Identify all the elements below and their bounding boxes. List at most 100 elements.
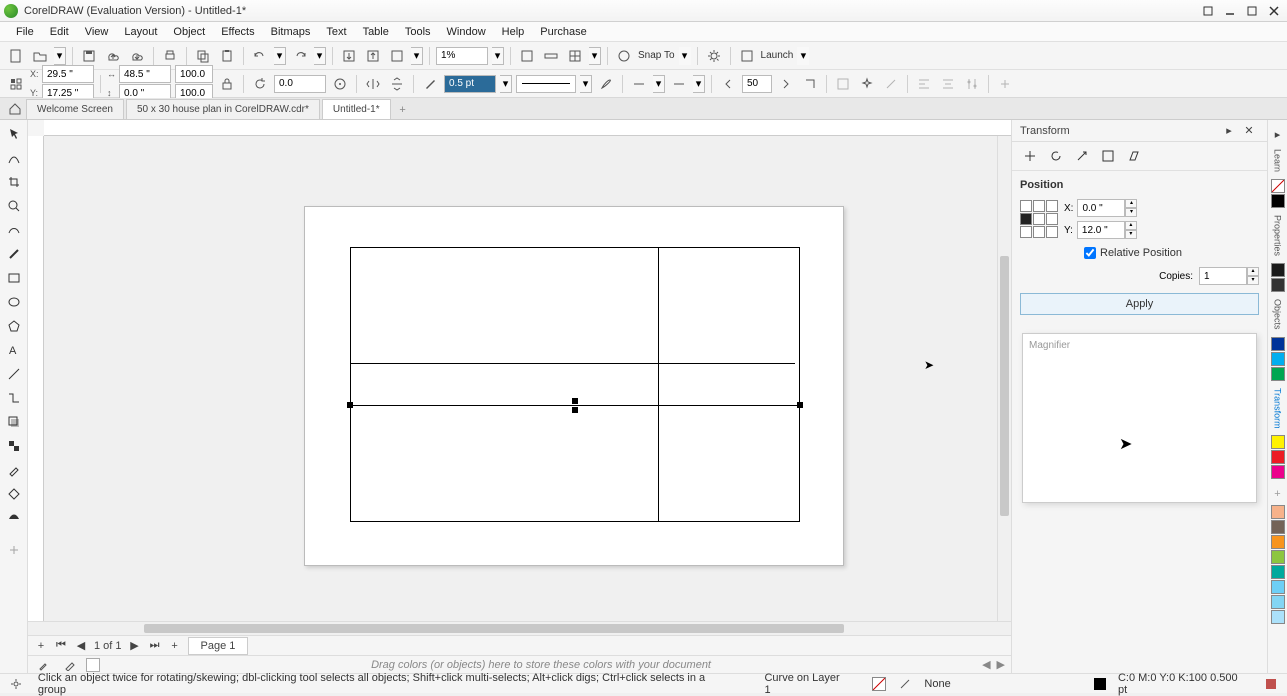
swatch-lime[interactable] [1271,550,1285,564]
position-mode-icon[interactable] [1020,146,1040,166]
smart-fill-icon[interactable] [3,508,25,528]
swatch-sky[interactable] [1271,580,1285,594]
menu-help[interactable]: Help [494,24,533,40]
status-gear-icon[interactable] [6,674,26,694]
menu-table[interactable]: Table [355,24,397,40]
rtab-objects[interactable]: Objects [1273,293,1283,336]
rotation-input[interactable] [274,75,326,93]
redo-dropdown[interactable]: ▾ [314,47,326,65]
horizontal-ruler[interactable] [44,120,1011,136]
anchor-grid[interactable] [1020,200,1058,238]
rectangle-tool-icon[interactable] [3,268,25,288]
menu-bitmaps[interactable]: Bitmaps [263,24,319,40]
undo-icon[interactable] [250,46,270,66]
add-icon[interactable] [995,74,1015,94]
rulers-icon[interactable] [541,46,561,66]
add-docker-icon[interactable]: + [1268,484,1287,504]
effects-icon[interactable] [857,74,877,94]
copies-spin-down[interactable]: ▾ [1247,276,1259,285]
tab-welcome[interactable]: Welcome Screen [26,99,124,119]
maximize-alt-icon[interactable] [1199,2,1217,20]
minimize-button[interactable] [1221,2,1239,20]
new-tab-button[interactable]: + [393,101,413,119]
connector-tool-icon[interactable] [3,388,25,408]
pick-tool-icon[interactable] [3,124,25,144]
line-style-preview[interactable] [516,75,576,93]
horizontal-scrollbar[interactable] [28,621,1011,635]
vertical-scrollbar[interactable] [997,136,1011,621]
wrap-text-icon[interactable] [833,74,853,94]
artistic-media-icon[interactable] [3,244,25,264]
y-spin-up[interactable]: ▴ [1125,221,1137,230]
drawing-h-divider[interactable] [350,363,795,364]
swatch-orange[interactable] [1271,535,1285,549]
end-arrow-icon[interactable] [669,74,689,94]
copies-spin-up[interactable]: ▴ [1247,267,1259,276]
align-center-icon[interactable] [938,74,958,94]
size-mode-icon[interactable] [1098,146,1118,166]
tab-houseplan[interactable]: 50 x 30 house plan in CorelDRAW.cdr* [126,99,320,119]
rtab-learn[interactable]: Learn [1273,143,1283,178]
launch-label[interactable]: Launch [761,50,794,61]
start-arrow-dropdown[interactable]: ▾ [653,75,665,93]
docker-collapse-icon[interactable]: ▸ [1219,121,1239,141]
publish-dropdown[interactable]: ▾ [411,47,423,65]
swatch-gray80[interactable] [1271,278,1285,292]
swatch-cyan[interactable] [1271,352,1285,366]
first-page-icon[interactable]: ⏮ [54,639,68,653]
drop-shadow-icon[interactable] [3,412,25,432]
paste-icon[interactable] [217,46,237,66]
x-spin-down[interactable]: ▾ [1125,208,1137,217]
sliders-icon[interactable] [962,74,982,94]
docker-y-input[interactable] [1077,221,1125,239]
scale-x-input[interactable] [175,65,213,83]
menu-object[interactable]: Object [165,24,213,40]
snap-dropdown[interactable]: ▾ [679,47,691,65]
swatch-magenta[interactable] [1271,465,1285,479]
arrow-size-input[interactable] [742,75,772,93]
fullscreen-icon[interactable] [517,46,537,66]
docker-x-input[interactable] [1077,199,1125,217]
swatch-green[interactable] [1271,367,1285,381]
last-page-icon[interactable]: ⏭ [148,639,162,653]
apply-button[interactable]: Apply [1020,293,1259,315]
drawing-outer-rect[interactable] [350,247,800,522]
menu-purchase[interactable]: Purchase [532,24,594,40]
swatch-teal[interactable] [1271,565,1285,579]
skew-mode-icon[interactable] [1124,146,1144,166]
home-tab-icon[interactable] [4,99,26,119]
swatch-brown[interactable] [1271,520,1285,534]
swatch-none[interactable] [1271,179,1285,193]
import-icon[interactable] [339,46,359,66]
swatch-yellow[interactable] [1271,435,1285,449]
copies-input[interactable] [1199,267,1247,285]
y-spin-down[interactable]: ▾ [1125,230,1137,239]
drawing-v-divider[interactable] [658,247,659,522]
zoom-dropdown[interactable]: ▾ [492,47,504,65]
undo-dropdown[interactable]: ▾ [274,47,286,65]
palette-menu-icon[interactable]: ▸ [1268,126,1287,142]
vscroll-thumb[interactable] [1000,256,1009,516]
maximize-button[interactable] [1243,2,1261,20]
snap-icon[interactable] [614,46,634,66]
launch-dropdown[interactable]: ▾ [797,47,809,65]
lock-ratio-icon[interactable] [217,74,237,94]
freehand-tool-icon[interactable] [3,220,25,240]
zoom-tool-icon[interactable] [3,196,25,216]
menu-window[interactable]: Window [439,24,494,40]
snap-to-label[interactable]: Snap To [638,50,675,61]
transparency-tool-icon[interactable] [3,436,25,456]
x-input[interactable] [42,65,94,83]
pen-small-icon[interactable] [60,655,80,674]
line-style-dropdown[interactable]: ▾ [580,75,592,93]
mirror-h-icon[interactable] [363,74,383,94]
polygon-tool-icon[interactable] [3,316,25,336]
swatch-peach[interactable] [1271,505,1285,519]
launch-app-icon[interactable] [737,46,757,66]
text-tool-icon[interactable]: A [3,340,25,360]
color-well-slot[interactable] [86,658,100,672]
outline-indicator-icon[interactable] [898,677,912,691]
rotate-icon[interactable] [250,74,270,94]
fill-tool-icon[interactable] [3,484,25,504]
add-tool-icon[interactable] [3,540,25,560]
